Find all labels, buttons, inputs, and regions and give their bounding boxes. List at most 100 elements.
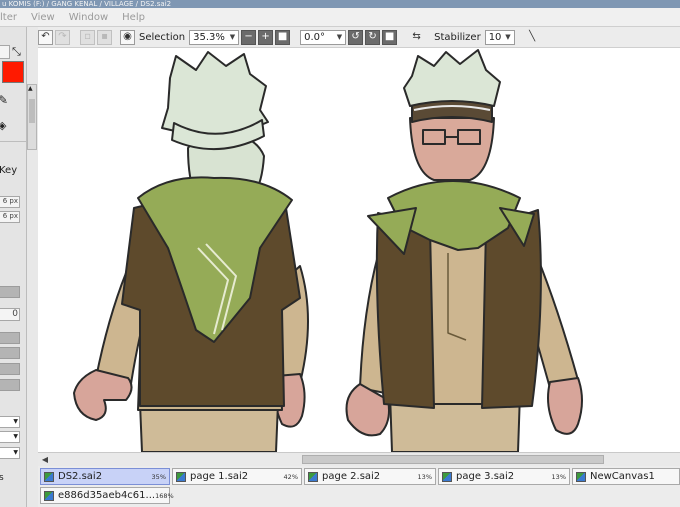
zoom-out-button[interactable]: − [241, 29, 257, 45]
document-icon [308, 471, 318, 482]
slider-bar-2[interactable] [0, 332, 20, 344]
document-icon [44, 471, 54, 482]
deselect-icon: ▫ [84, 31, 91, 42]
document-tabs: DS2.sai2 35% page 1.sai2 42% page 2.sai2… [38, 466, 680, 507]
invert-selection-icon: ▪ [101, 31, 108, 42]
square-icon: ■ [277, 31, 288, 42]
slider-bar-5[interactable] [0, 379, 20, 391]
show-selection-button[interactable]: ◉ [120, 29, 135, 45]
rotate-right-button[interactable]: ↻ [365, 29, 381, 45]
tab-e886d35aeb4c61[interactable]: e886d35aeb4c61... 168% [40, 487, 174, 504]
redo-button[interactable]: ↷ [55, 29, 70, 45]
tab-ds2[interactable]: DS2.sai2 35% [40, 468, 170, 485]
menu-help[interactable]: Help [122, 12, 145, 23]
figure-back-view [73, 51, 309, 452]
tool-panel: ⤡ ✎ ◈ Key 6 px 6 px 0 ▼ ▼ ▼ s [0, 27, 27, 507]
chevron-down-icon: ▼ [336, 32, 343, 41]
menu-bar: lter View Window Help [0, 8, 680, 27]
primary-color-swatch[interactable] [2, 61, 24, 83]
line-tool-button[interactable]: ╲ [525, 30, 540, 45]
document-icon [176, 471, 186, 482]
zoom-select[interactable]: 35.3% ▼ [189, 29, 240, 45]
tab-zoom: 35% [151, 472, 166, 481]
key-label: Key [0, 165, 18, 176]
scroll-thumb[interactable] [29, 99, 35, 123]
slider-bar-3[interactable] [0, 347, 20, 359]
eye-icon: ◉ [123, 31, 132, 42]
plus-icon: + [261, 31, 270, 42]
figure-front-view [345, 49, 583, 452]
menu-filter[interactable]: lter [0, 12, 17, 23]
stabilizer-label: Stabilizer [434, 31, 481, 43]
swap-colors-icon[interactable]: ⤡ [12, 45, 21, 59]
tab-zoom: 168% [155, 491, 174, 500]
minus-icon: − [244, 31, 253, 42]
rotate-right-icon: ↻ [368, 31, 377, 42]
option-select-2[interactable]: ▼ [0, 431, 20, 443]
document-icon [576, 471, 586, 482]
flip-horizontal-button[interactable]: ⇆ [409, 30, 424, 45]
window-title: u KOMIS (F:) / GANG KENAL / VILLAGE / DS… [2, 0, 172, 8]
secondary-color-swatch[interactable] [0, 45, 10, 59]
brush-size-field[interactable]: 6 px [0, 196, 20, 208]
tab-zoom: 13% [551, 472, 566, 481]
drawing-canvas[interactable] [38, 48, 680, 452]
undo-icon: ↶ [41, 31, 50, 42]
canvas-horizontal-scrollbar[interactable]: ◀ [38, 452, 680, 466]
square-icon: ■ [384, 31, 395, 42]
slider-bar-4[interactable] [0, 363, 20, 375]
menu-view[interactable]: View [31, 12, 55, 23]
min-size-value: 6 px [2, 212, 18, 220]
tab-label: page 2.sai2 [322, 471, 381, 482]
chevron-down-icon: ▼ [13, 433, 18, 440]
tool-panel-scrollbar[interactable]: ▲ [27, 84, 37, 150]
brush-icon[interactable]: ✎ [0, 93, 8, 107]
zoom-reset-button[interactable]: ■ [275, 29, 291, 45]
tab-page-2[interactable]: page 2.sai2 13% [304, 468, 436, 485]
menu-window[interactable]: Window [69, 12, 108, 23]
flip-arrows-icon: ⇆ [412, 31, 421, 42]
zoom-in-button[interactable]: + [258, 29, 274, 45]
eraser-icon[interactable]: ◈ [0, 119, 6, 132]
option-select-1[interactable]: ▼ [0, 416, 20, 428]
document-icon [44, 490, 54, 501]
document-icon [442, 471, 452, 482]
field-value: 0 [12, 309, 18, 319]
tab-label: e886d35aeb4c61... [58, 490, 156, 501]
rotate-left-icon: ↺ [351, 31, 360, 42]
selection-label: Selection [139, 31, 186, 43]
tab-new-canvas-1[interactable]: NewCanvas1 [572, 468, 680, 485]
canvas-toolbar: ↶ ↷ ▫ ▪ ◉ Selection 35.3% ▼ − + ■ 0.0° ▼… [38, 27, 680, 48]
slider-bar-1[interactable] [0, 286, 20, 298]
chevron-down-icon: ▼ [505, 32, 511, 41]
invert-selection-button[interactable]: ▪ [97, 29, 112, 45]
min-size-field[interactable]: 6 px [0, 211, 20, 223]
deselect-button[interactable]: ▫ [80, 29, 95, 45]
option-select-3[interactable]: ▼ [0, 447, 20, 459]
tab-label: NewCanvas1 [590, 471, 655, 482]
chevron-down-icon: ▼ [13, 449, 18, 456]
zoom-value: 35.3% [193, 31, 225, 43]
tab-page-3[interactable]: page 3.sai2 13% [438, 468, 570, 485]
rotation-reset-button[interactable]: ■ [382, 29, 398, 45]
panel-label-cut: s [0, 473, 4, 483]
rotation-select[interactable]: 0.0° ▼ [300, 29, 347, 45]
scroll-thumb[interactable] [302, 455, 604, 464]
chevron-left-icon[interactable]: ◀ [40, 454, 50, 465]
stabilizer-value: 10 [488, 31, 502, 43]
tab-zoom: 42% [283, 472, 298, 481]
chevron-down-icon: ▼ [229, 32, 236, 41]
tab-label: DS2.sai2 [58, 471, 103, 482]
value-field[interactable]: 0 [0, 308, 20, 321]
rotation-value: 0.0° [304, 31, 325, 43]
tab-label: page 3.sai2 [456, 471, 515, 482]
chevron-down-icon: ▼ [13, 418, 18, 425]
diagonal-line-icon: ╲ [529, 31, 536, 42]
undo-button[interactable]: ↶ [38, 29, 53, 45]
rotate-left-button[interactable]: ↺ [348, 29, 364, 45]
brush-size-value: 6 px [2, 197, 18, 205]
stabilizer-select[interactable]: 10 ▼ [484, 29, 515, 45]
tab-page-1[interactable]: page 1.sai2 42% [172, 468, 302, 485]
window-title-bar: u KOMIS (F:) / GANG KENAL / VILLAGE / DS… [0, 0, 680, 8]
tab-label: page 1.sai2 [190, 471, 249, 482]
